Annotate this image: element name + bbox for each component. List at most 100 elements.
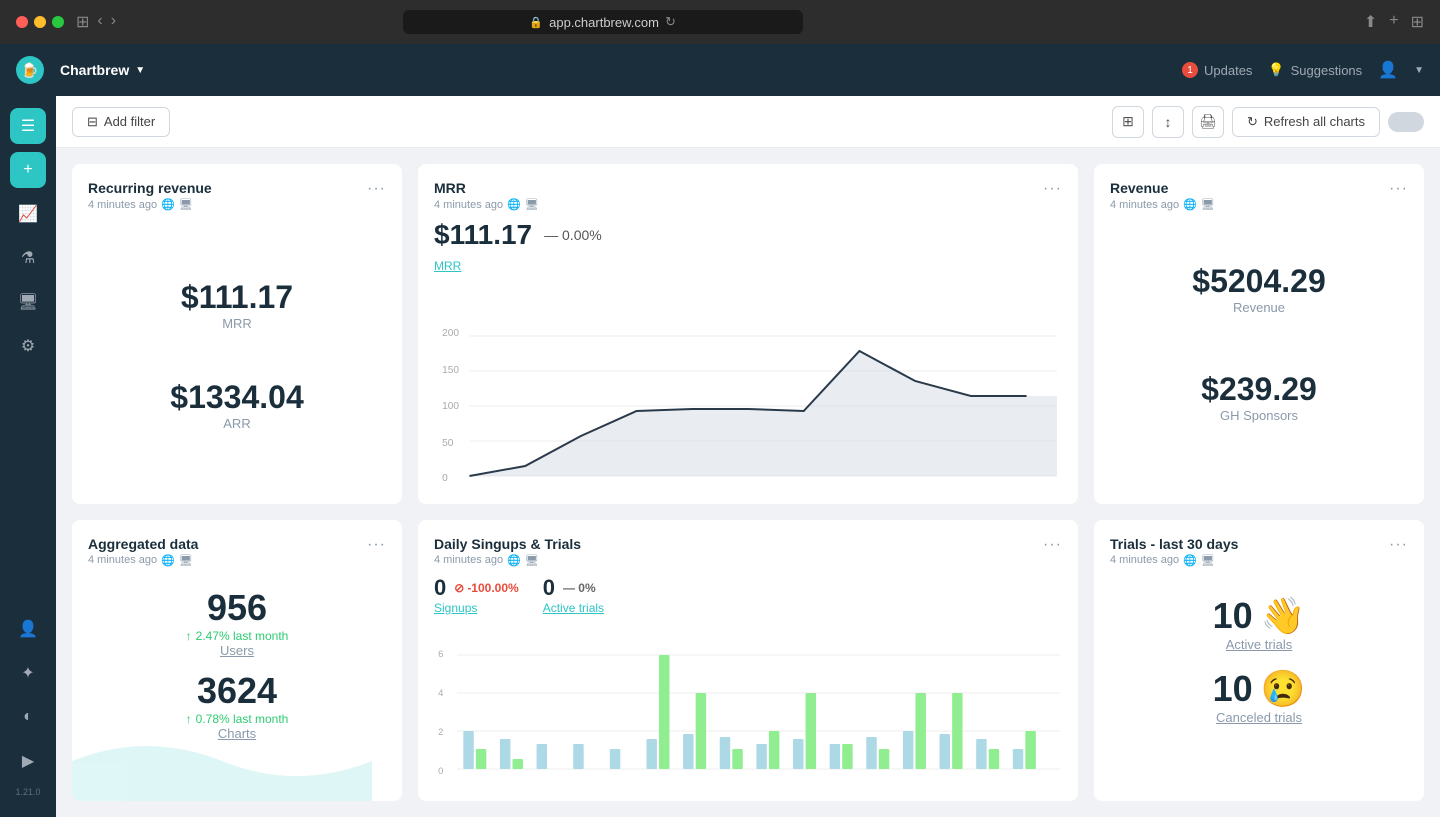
tabs-icon[interactable]: ⊞ bbox=[1411, 12, 1424, 32]
sidebar-item-settings[interactable]: ⚙ bbox=[10, 328, 46, 364]
growth-arrow-icon2: ↑ bbox=[186, 712, 192, 726]
revenue-value: $5204.29 bbox=[1192, 263, 1325, 300]
sidebar-item-play[interactable]: ▶ bbox=[10, 743, 46, 779]
trials-meta-time: 4 minutes ago bbox=[1110, 554, 1179, 566]
refresh-all-button[interactable]: ↻ Refresh all charts bbox=[1232, 107, 1380, 137]
users-value-block: 956 ↑ 2.47% last month Users bbox=[186, 587, 289, 658]
brand-chevron-icon: ▼ bbox=[135, 65, 145, 76]
refresh-icon: ↻ bbox=[1247, 114, 1258, 130]
recurring-revenue-card: Recurring revenue 4 minutes ago 🌐 🖥 ··· … bbox=[72, 164, 402, 504]
trials-sublabel[interactable]: Active trials bbox=[543, 601, 604, 615]
trials-more-button[interactable]: ··· bbox=[1389, 536, 1408, 554]
add-filter-label: Add filter bbox=[104, 114, 155, 129]
mrr-value-block: $111.17 MRR bbox=[181, 255, 293, 347]
sidebar-item-toggle[interactable]: ◐ bbox=[10, 699, 46, 735]
app-brand[interactable]: Chartbrew ▼ bbox=[60, 62, 145, 78]
sidebar-item-menu[interactable]: ☰ bbox=[10, 108, 46, 144]
daily-signups-header: Daily Singups & Trials 4 minutes ago 🌐 🖥… bbox=[434, 536, 1062, 567]
sidebar-item-monitor[interactable]: 🖥 bbox=[10, 284, 46, 320]
daily-meta-time: 4 minutes ago bbox=[434, 554, 503, 566]
url-text: app.chartbrew.com bbox=[549, 15, 659, 30]
back-icon[interactable]: ‹ bbox=[97, 12, 102, 32]
charts-sublabel: Charts bbox=[186, 726, 289, 741]
user-button[interactable]: 👤 bbox=[1378, 60, 1398, 80]
globe-icon: 🌐 bbox=[161, 198, 175, 211]
trials-30-title: Trials - last 30 days bbox=[1110, 536, 1238, 552]
sidebar-item-user[interactable]: 👤 bbox=[10, 611, 46, 647]
active-trials-value: 10 bbox=[1213, 595, 1253, 637]
aggregated-more-button[interactable]: ··· bbox=[367, 536, 386, 554]
active-trials-emoji: 👋 bbox=[1261, 595, 1306, 637]
updates-button[interactable]: 1 Updates bbox=[1182, 62, 1252, 78]
charts-number: 3624 bbox=[186, 670, 289, 712]
new-tab-icon[interactable]: + bbox=[1389, 12, 1398, 32]
share-icon[interactable]: ⬆ bbox=[1364, 12, 1377, 32]
mrr-summary: $111.17 — 0.00% bbox=[434, 219, 1062, 251]
fullscreen-traffic-light[interactable] bbox=[52, 16, 64, 28]
brand-name: Chartbrew bbox=[60, 62, 129, 78]
recurring-values: $111.17 MRR $1334.04 ARR bbox=[88, 215, 386, 488]
canceled-trials-emoji: 😢 bbox=[1261, 668, 1306, 710]
signups-sublabel[interactable]: Signups bbox=[434, 601, 519, 615]
mrr-card-meta: 4 minutes ago 🌐 🖥 bbox=[434, 198, 539, 211]
minimize-traffic-light[interactable] bbox=[34, 16, 46, 28]
refresh-icon[interactable]: ↻ bbox=[665, 14, 676, 30]
forward-icon[interactable]: › bbox=[111, 12, 116, 32]
add-filter-button[interactable]: ⊟ Add filter bbox=[72, 107, 170, 137]
revenue-title: Revenue bbox=[1110, 180, 1215, 196]
sidebar-item-integrations[interactable]: ✦ bbox=[10, 655, 46, 691]
content-area: ⊟ Add filter ⊞ ↕ 🖨 ↻ Refresh all charts bbox=[56, 96, 1440, 817]
daily-more-button[interactable]: ··· bbox=[1043, 536, 1062, 554]
trials-30-header: Trials - last 30 days 4 minutes ago 🌐 🖥 … bbox=[1110, 536, 1408, 567]
browser-chrome: ⊞ ‹ › 🔒 app.chartbrew.com ↻ ⬆ + ⊞ bbox=[0, 0, 1440, 44]
sponsors-value: $239.29 bbox=[1201, 371, 1317, 408]
charts-growth: ↑ 0.78% last month bbox=[186, 712, 289, 726]
mrr-chart-svg: 0 50 100 150 200 bbox=[434, 281, 1062, 481]
revenue-values: $5204.29 Revenue $239.29 GH Sponsors bbox=[1110, 215, 1408, 463]
users-growth-text: 2.47% last month bbox=[196, 629, 289, 643]
sidebar-item-filter[interactable]: ⚗ bbox=[10, 240, 46, 276]
lock-icon: 🔒 bbox=[529, 16, 543, 29]
globe-icon3: 🌐 bbox=[1183, 198, 1197, 211]
recurring-revenue-title: Recurring revenue bbox=[88, 180, 212, 196]
daily-signups-title: Daily Singups & Trials bbox=[434, 536, 581, 552]
users-number: 956 bbox=[186, 587, 289, 629]
toggle-switch[interactable] bbox=[1388, 112, 1424, 132]
aggregated-meta-time: 4 minutes ago bbox=[88, 554, 157, 566]
browser-actions: ⬆ + ⊞ bbox=[1364, 12, 1424, 32]
signups-change-text: -100.00% bbox=[467, 581, 518, 595]
close-traffic-light[interactable] bbox=[16, 16, 28, 28]
svg-text:0: 0 bbox=[442, 473, 448, 481]
sidebar-toggle-icon[interactable]: ⊞ bbox=[76, 12, 89, 32]
canceled-trials-value: 10 bbox=[1213, 668, 1253, 710]
revenue-more-button[interactable]: ··· bbox=[1389, 180, 1408, 198]
aggregated-meta: 4 minutes ago 🌐 🖥 bbox=[88, 554, 198, 567]
trials-metric: 0 — 0% Active trials bbox=[543, 575, 604, 615]
browser-controls: ⊞ ‹ › bbox=[76, 12, 116, 32]
growth-arrow-icon: ↑ bbox=[186, 629, 192, 643]
layout-icon-button[interactable]: ⊞ bbox=[1112, 106, 1144, 138]
sidebar-item-add[interactable]: + bbox=[10, 152, 46, 188]
app-bar-right: 1 Updates 💡 Suggestions 👤 ▼ bbox=[1182, 60, 1424, 80]
mrr-more-button[interactable]: ··· bbox=[1043, 180, 1062, 198]
mrr-meta-time: 4 minutes ago bbox=[434, 199, 503, 211]
suggestions-button[interactable]: 💡 Suggestions bbox=[1268, 62, 1362, 78]
print-icon-button[interactable]: 🖨 bbox=[1192, 106, 1224, 138]
suggestions-label: Suggestions bbox=[1291, 63, 1363, 78]
export-icon-button[interactable]: ↕ bbox=[1152, 106, 1184, 138]
mrr-header: MRR 4 minutes ago 🌐 🖥 ··· bbox=[434, 180, 1062, 211]
charts-growth-text: 0.78% last month bbox=[196, 712, 289, 726]
recurring-more-button[interactable]: ··· bbox=[367, 180, 386, 198]
url-bar[interactable]: 🔒 app.chartbrew.com ↻ bbox=[403, 10, 803, 34]
mrr-sublabel[interactable]: MRR bbox=[434, 259, 1062, 273]
lightbulb-icon: 💡 bbox=[1268, 62, 1284, 78]
sidebar-item-charts[interactable]: 📈 bbox=[10, 196, 46, 232]
user-menu-chevron[interactable]: ▼ bbox=[1414, 65, 1424, 76]
trials-number: 0 bbox=[543, 575, 555, 601]
svg-text:200: 200 bbox=[442, 328, 459, 339]
active-trials-number: 10 👋 bbox=[1213, 595, 1306, 637]
traffic-lights bbox=[16, 16, 64, 28]
aggregated-values: 956 ↑ 2.47% last month Users 3624 ↑ 0.78… bbox=[88, 571, 386, 757]
svg-text:150: 150 bbox=[442, 365, 459, 376]
recurring-revenue-meta: 4 minutes ago 🌐 🖥 bbox=[88, 198, 212, 211]
